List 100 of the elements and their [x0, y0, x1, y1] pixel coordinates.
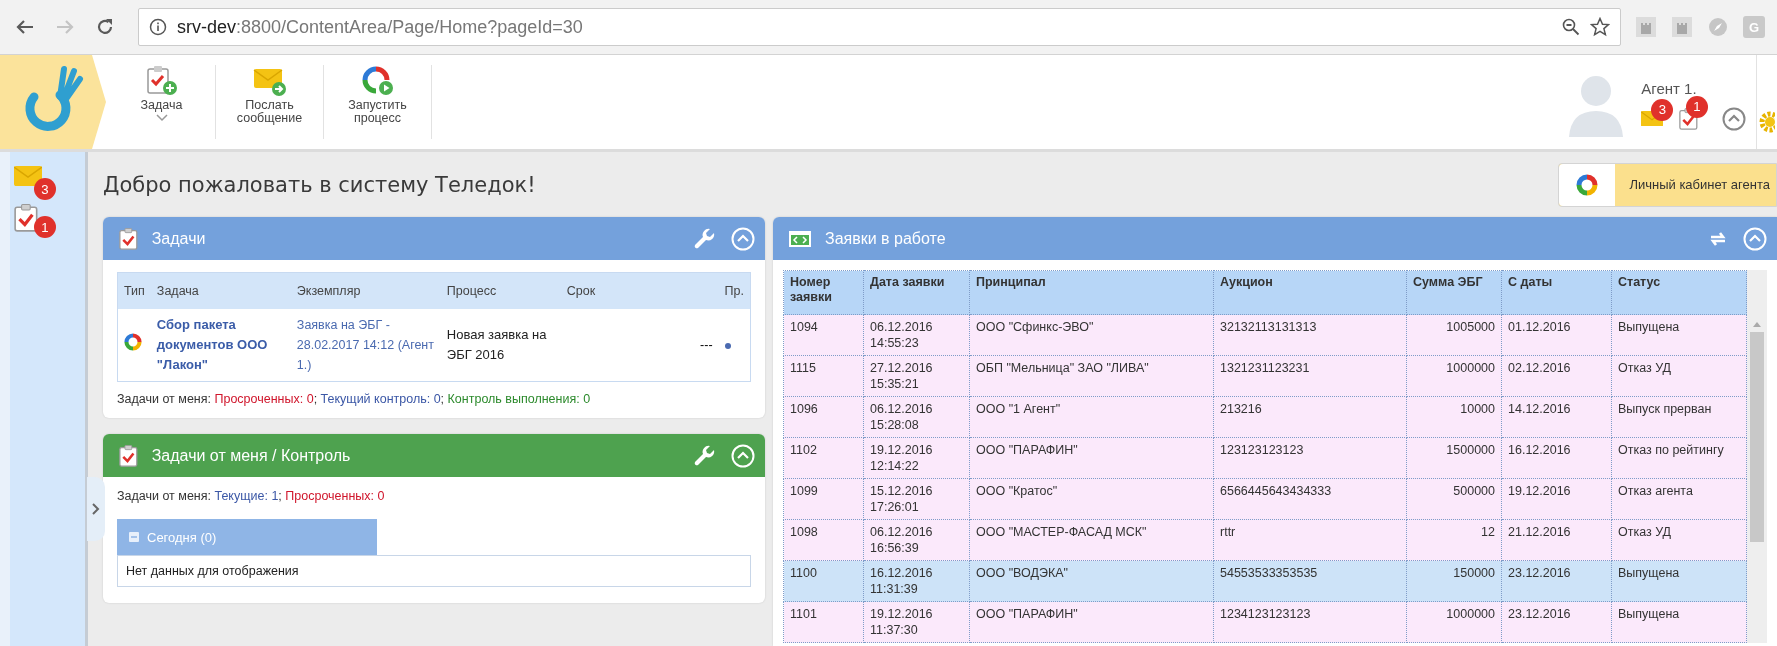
table-row[interactable]: 1096 06.12.2016 15:28:08 ООО "1 Агент" 213216 10000 14.12.2016 Выпуск прерван — [783, 396, 1747, 438]
window-icon — [789, 230, 811, 247]
ring-play-icon — [360, 65, 395, 97]
table-cell: 21.12.2016 — [1508, 525, 1571, 539]
instance-link[interactable]: Заявка на ЭБГ - 28.02.2017 14:12 (Агент 1.) — [296, 315, 435, 375]
logo[interactable] — [0, 55, 108, 149]
message-action-button[interactable]: Послать сообщение — [216, 65, 324, 139]
table-cell: 1101 — [790, 607, 817, 621]
table-cell: Отказ УД — [1618, 525, 1672, 539]
panel-title: Заявки в работе — [825, 229, 947, 248]
settings-icon[interactable] — [1757, 111, 1775, 133]
zoom-out-icon[interactable] — [1562, 18, 1580, 36]
control-summary: Задачи от меня: Текущие: 1; Просроченных: 0 — [117, 489, 386, 503]
column-header: Пр. — [718, 272, 751, 309]
table-cell: 19.12.2016 — [1508, 484, 1571, 498]
table-row[interactable]: 1101 19.12.2016 11:37:30 ООО "ПАРАФИН" 1234123123123 1000000 23.12.2016 Выпущена — [783, 601, 1747, 643]
table-cell: 1099 — [790, 484, 818, 498]
extension-icon[interactable] — [1635, 16, 1657, 38]
agent-cabinet-button[interactable]: Личный кабинет агента — [1558, 162, 1777, 207]
table-cell: 1500000 — [1446, 443, 1495, 457]
wrench-icon[interactable] — [693, 226, 717, 251]
column-header: Аукцион — [1213, 270, 1407, 315]
table-row[interactable]: 1115 27.12.2016 15:35:21 ОБП "Мельница" ЗАО "ЛИВА" 1321231123231 1000000 02.12.2016 Отказ УД — [783, 355, 1747, 397]
scrollbar[interactable] — [1747, 270, 1767, 643]
table-row[interactable]: 1100 16.12.2016 11:31:39 ООО "ВОДЭКА" 54553533353535 150000 23.12.2016 Выпущена — [783, 560, 1747, 602]
column-header: Экземпляр — [290, 272, 441, 309]
table-cell: 1000000 — [1446, 607, 1495, 621]
table-cell: ООО "ПАРАФИН" — [976, 607, 1078, 621]
table-cell: ООО "ВОДЭКА" — [976, 566, 1068, 580]
task-action-button[interactable]: Задача — [108, 65, 216, 139]
collapse-icon[interactable] — [1722, 106, 1746, 131]
column-header: Тип — [117, 272, 151, 309]
table-cell: Выпуск прерван — [1618, 402, 1712, 416]
count-badge: 3 — [34, 178, 56, 200]
reload-icon[interactable] — [95, 17, 115, 37]
table-cell: 1098 — [790, 525, 818, 539]
table-cell: ООО "Сфинкс-ЭВО" — [976, 320, 1094, 334]
column-header: С даты — [1501, 270, 1612, 315]
table-cell: 27.12.2016 15:35:21 — [870, 361, 933, 391]
table-cell: Выпущена — [1618, 607, 1680, 621]
table-cell: Отказ УД — [1618, 361, 1672, 375]
extension-icon[interactable] — [1671, 16, 1693, 38]
column-header: Дата заявки — [863, 270, 970, 315]
panel-title: Задачи — [151, 229, 207, 248]
star-icon[interactable] — [1590, 17, 1610, 37]
table-cell: 02.12.2016 — [1508, 361, 1571, 375]
ring-icon — [1576, 173, 1599, 196]
table-row[interactable]: 1094 06.12.2016 14:55:23 ООО "Сфинкс-ЭВО" 32132113131313 1005000 01.12.2016 Выпущена — [783, 314, 1747, 356]
table-cell: 1100 — [790, 566, 817, 580]
table-cell: Выпущена — [1618, 320, 1680, 334]
process-action-button[interactable]: Запустить процесс — [324, 65, 432, 139]
table-cell: 500000 — [1453, 484, 1495, 498]
table-cell: ОБП "Мельница" ЗАО "ЛИВА" — [976, 361, 1149, 375]
table-cell: 1102 — [790, 443, 817, 457]
table-cell: 23.12.2016 — [1508, 607, 1571, 621]
table-cell: 15.12.2016 17:26:01 — [870, 484, 933, 514]
count-badge: 1 — [34, 216, 56, 239]
table-cell: 12 — [1481, 525, 1495, 539]
table-cell: ООО "ПАРАФИН" — [976, 443, 1078, 457]
table-cell: 10000 — [1460, 402, 1495, 416]
table-cell: Отказ агента — [1618, 484, 1693, 498]
task-link[interactable]: Сбор пакета документов ООО "Лакон" — [156, 315, 285, 375]
dot-icon — [724, 343, 731, 349]
count-badge: 1 — [1686, 95, 1708, 118]
column-header: Задача — [150, 272, 291, 309]
table-cell: 1321231123231 — [1220, 361, 1310, 375]
address-field[interactable]: srv-dev:8800/ContentArea/Page/Home?pageId=30 — [138, 8, 1621, 46]
table-cell: 01.12.2016 — [1508, 320, 1571, 334]
column-header: Срок — [560, 272, 719, 309]
column-header: Номер заявки — [783, 270, 864, 315]
table-cell: 6566445643434333 — [1220, 484, 1332, 498]
info-icon[interactable] — [149, 18, 167, 36]
table-cell: 1000000 — [1446, 361, 1495, 375]
table-cell: 150000 — [1453, 566, 1495, 580]
table-cell: 06.12.2016 14:55:23 — [870, 320, 933, 350]
table-cell: 1096 — [790, 402, 818, 416]
column-header: Процесс — [440, 272, 561, 309]
process-name: Новая заявка на ЭБГ 2016 — [446, 327, 547, 362]
table-cell: 54553533353535 — [1220, 566, 1318, 580]
table-row[interactable]: 1102 19.12.2016 12:14:22 ООО "ПАРАФИН" 123123123123 1500000 16.12.2016 Отказ по рейтингу — [783, 437, 1747, 479]
expand-tab[interactable] — [87, 477, 105, 541]
table-cell: Выпущена — [1618, 566, 1680, 580]
table-cell: 1094 — [790, 320, 818, 334]
table-row[interactable]: 1099 15.12.2016 17:26:01 ООО "Кратос" 6566445643434333 500000 19.12.2016 Отказ агента — [783, 478, 1747, 520]
table-row[interactable]: 1098 06.12.2016 16:56:39 ООО "МАСТЕР-ФАСАД МСК" rttr 12 21.12.2016 Отказ УД — [783, 519, 1747, 561]
table-cell: 1005000 — [1446, 320, 1495, 334]
table-cell: Отказ по рейтингу — [1618, 443, 1724, 457]
table-cell: 1234123123123 — [1220, 607, 1311, 621]
wrench-icon[interactable] — [693, 443, 717, 468]
compass-icon[interactable] — [1707, 16, 1729, 38]
clipboard-check-icon — [119, 227, 138, 250]
table-cell: 16.12.2016 11:31:39 — [870, 566, 933, 596]
table-cell: 16.12.2016 — [1508, 443, 1571, 457]
column-header: Статус — [1611, 270, 1747, 315]
table-cell: 23.12.2016 — [1508, 566, 1571, 580]
clipboard-check-icon — [14, 204, 38, 233]
welcome-title: Добро пожаловать в систему Теледок! — [103, 172, 536, 197]
scroll-up-icon[interactable] — [1752, 320, 1762, 328]
column-header: Сумма ЭБГ — [1406, 270, 1502, 315]
table-cell: 1115 — [790, 361, 816, 375]
